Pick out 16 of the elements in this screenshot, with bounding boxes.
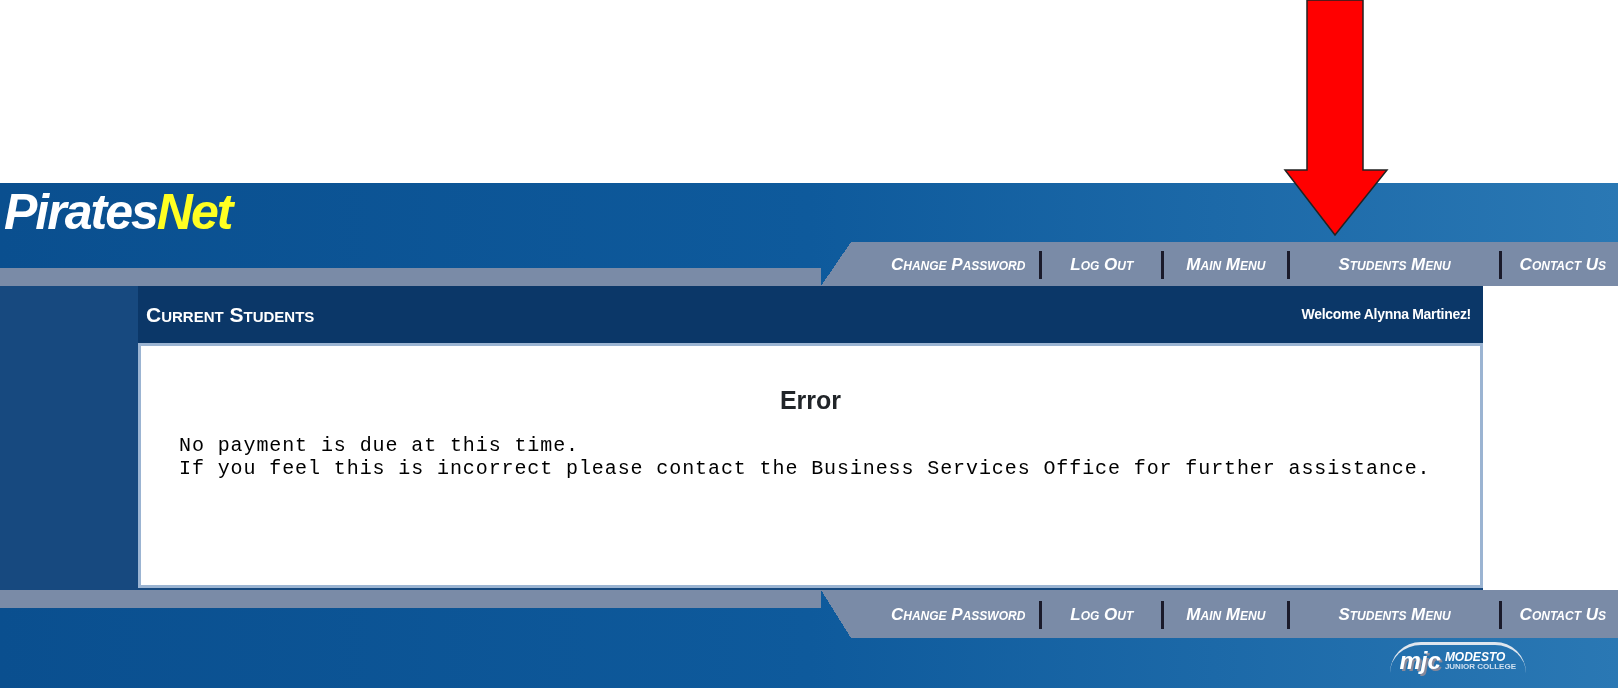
nav-link[interactable]: Change Password xyxy=(850,602,1040,628)
section-title: Current Students xyxy=(146,301,315,328)
site-logo[interactable]: PiratesNet xyxy=(4,187,232,237)
message-line: If you feel this is incorrect please contact the Business Services Office for further assistance. xyxy=(179,456,1432,480)
nav-link[interactable]: Change Password xyxy=(850,252,1040,278)
error-heading: Error xyxy=(778,385,843,416)
nav-link[interactable]: Main Menu xyxy=(1164,602,1288,628)
nav-link[interactable]: Log Out xyxy=(1042,252,1162,278)
nav-link[interactable]: Main Menu xyxy=(1164,252,1288,278)
welcome-message: Welcome Alynna Martinez! xyxy=(1301,305,1471,324)
nav-link[interactable]: Contact Us xyxy=(1501,602,1618,628)
nav-link[interactable]: Students Menu xyxy=(1290,602,1499,628)
nav-link[interactable]: Students Menu xyxy=(1290,252,1499,278)
message-line: No payment is due at this time. xyxy=(179,433,580,457)
nav-link[interactable]: Contact Us xyxy=(1501,252,1618,278)
nav-link[interactable]: Log Out xyxy=(1042,602,1162,628)
